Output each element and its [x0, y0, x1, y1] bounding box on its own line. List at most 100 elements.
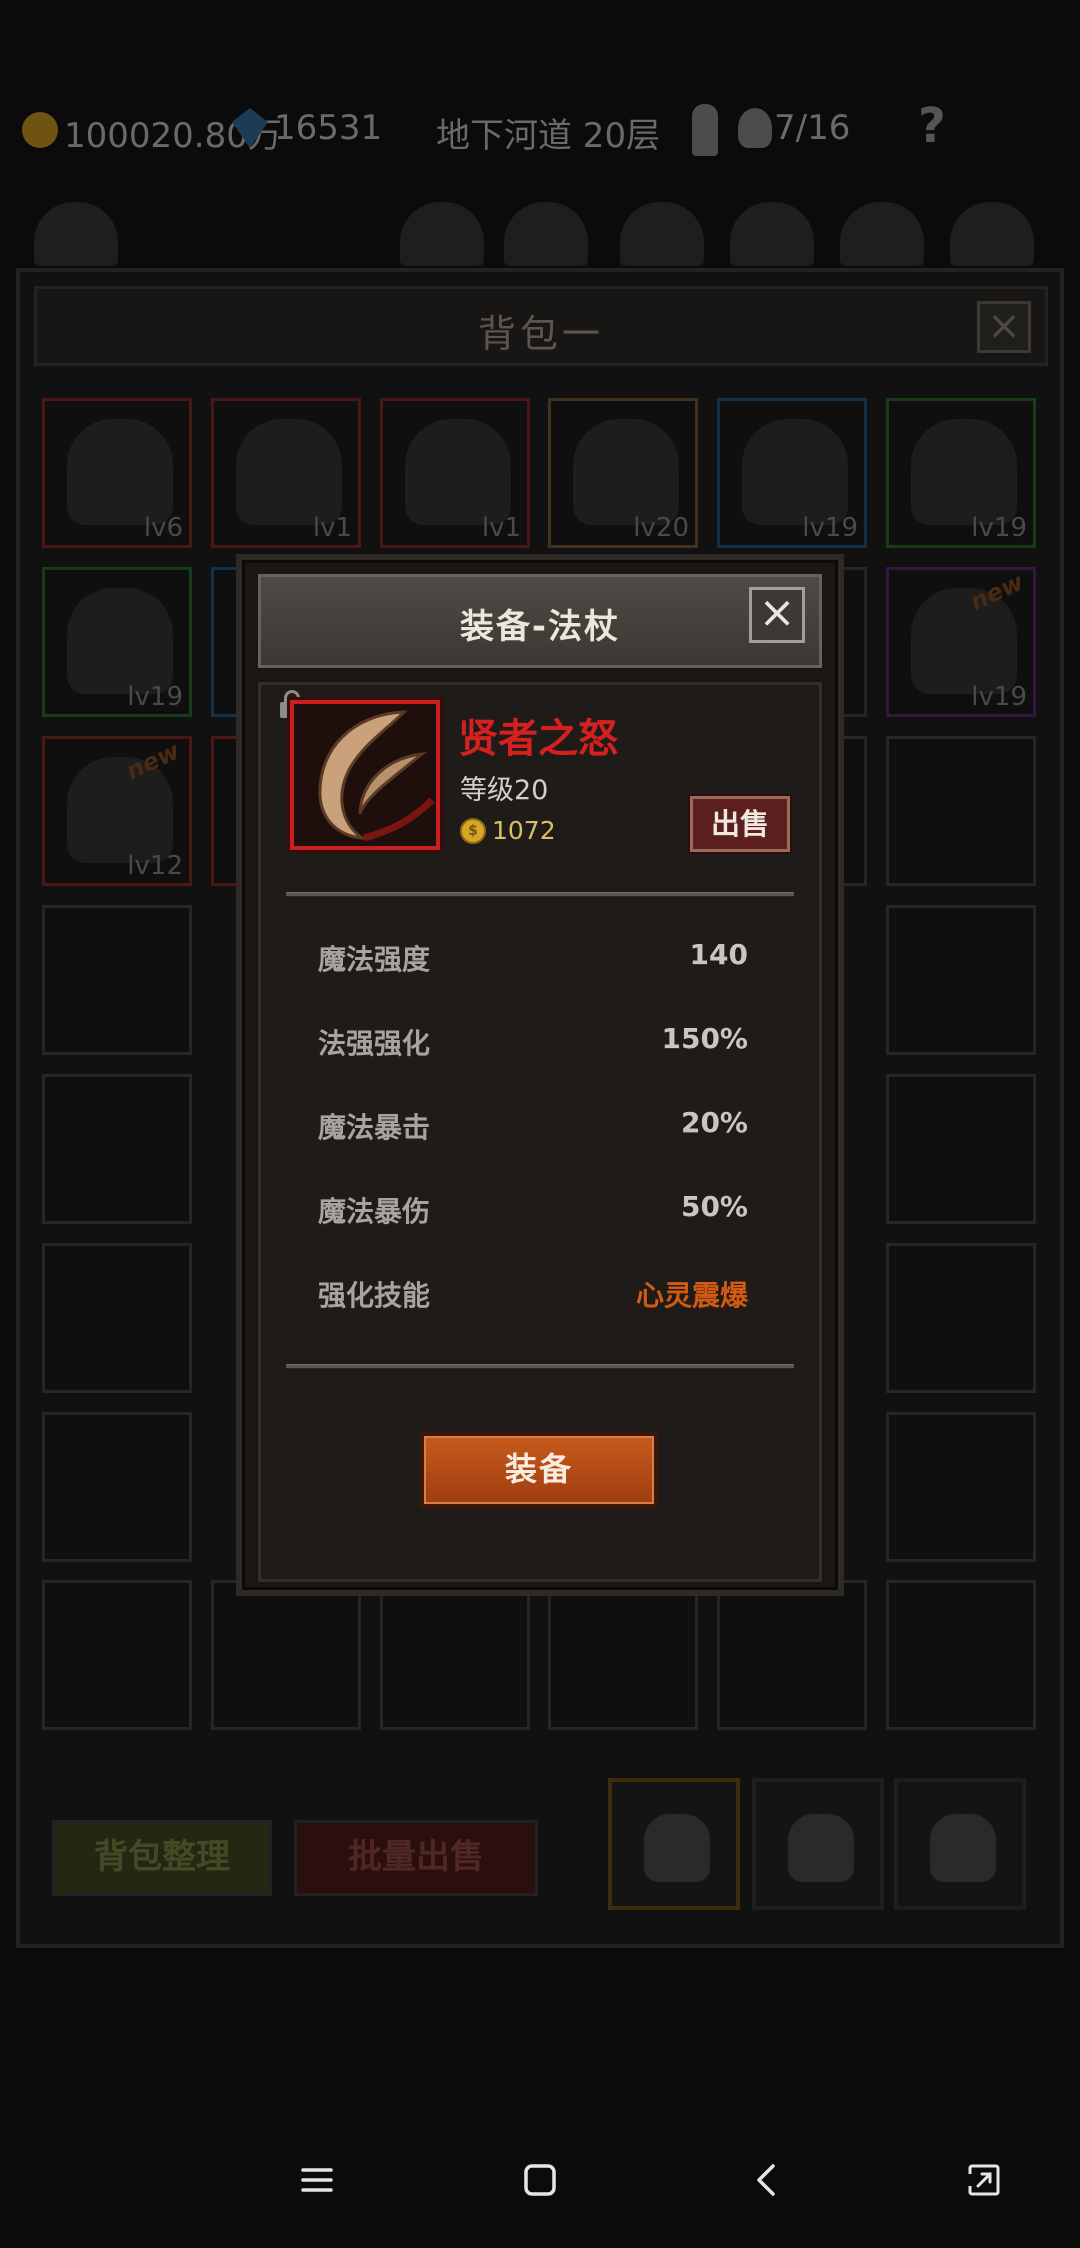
dialog-title: 装备-法杖	[459, 607, 621, 647]
bag-slot[interactable]	[42, 1243, 192, 1393]
helmet-icon	[67, 419, 173, 525]
slot-level: lv1	[312, 513, 352, 543]
bag-slot[interactable]	[380, 1580, 530, 1730]
staff-claw-icon	[318, 710, 435, 842]
stat-row: 魔法强度 140	[318, 938, 748, 978]
backpack-icon	[788, 1814, 854, 1882]
bag-slot[interactable]	[886, 1580, 1036, 1730]
bag-title: 背包一	[477, 312, 604, 356]
slot-level: lv19	[802, 513, 858, 543]
bag-slot[interactable]	[42, 1412, 192, 1562]
sword-icon	[573, 419, 679, 525]
bag-slot[interactable]	[42, 1580, 192, 1730]
menu-icon[interactable]	[297, 2160, 337, 2200]
hero-portrait	[950, 202, 1034, 266]
stat-label: 魔法暴伤	[318, 1195, 431, 1228]
bag-slot[interactable]	[886, 1412, 1036, 1562]
bag-slot[interactable]	[211, 1580, 361, 1730]
item-level: 等级20	[460, 775, 549, 806]
bag-slot[interactable]: new lv12	[42, 736, 192, 886]
bulk-sell-button[interactable]: 批量出售	[294, 1820, 538, 1896]
bag-slot[interactable]	[42, 1074, 192, 1224]
slot-level: lv19	[127, 682, 183, 712]
hero-portrait	[840, 202, 924, 266]
coin-icon	[22, 112, 58, 148]
bag-slot[interactable]: lv19	[886, 398, 1036, 548]
bag-close-button[interactable]: ×	[977, 301, 1031, 353]
sell-button[interactable]: 出售	[690, 796, 790, 852]
gauntlet-icon	[236, 419, 342, 525]
bag-slot[interactable]: lv20	[548, 398, 698, 548]
dialog-header: 装备-法杖 ×	[258, 574, 822, 668]
game-screen: 100020.80万 16531 地下河道 20层 7/16 ? 背包一 × l…	[0, 0, 1080, 2248]
top-resource-bar: 100020.80万 16531 地下河道 20层 7/16 ?	[0, 90, 1080, 170]
gem-amount: 16531	[274, 108, 383, 148]
bag-slot[interactable]: lv6	[42, 398, 192, 548]
hero-portrait	[34, 202, 118, 266]
stat-row: 强化技能 心灵震爆	[318, 1274, 748, 1314]
dialog-close-button[interactable]: ×	[749, 587, 805, 643]
backpack-icon	[644, 1814, 710, 1882]
stat-value: 50%	[680, 1190, 748, 1223]
stat-value: 140	[689, 938, 748, 971]
back-icon[interactable]	[747, 2160, 787, 2200]
bag-slot[interactable]: lv1	[380, 398, 530, 548]
stat-row: 法强强化 150%	[318, 1022, 748, 1062]
slot-level: lv19	[971, 682, 1027, 712]
stat-label: 法强强化	[318, 1027, 431, 1060]
bag-slot[interactable]	[886, 736, 1036, 886]
hero-portrait	[730, 202, 814, 266]
bag-slot[interactable]	[886, 905, 1036, 1055]
bag-slot[interactable]: new lv19	[886, 567, 1036, 717]
hero-portrait	[620, 202, 704, 266]
hero-portrait-row	[0, 190, 1080, 270]
enhanced-skill-value: 心灵震爆	[635, 1279, 748, 1312]
key-icon	[692, 104, 718, 156]
equip-button[interactable]: 装备	[420, 1432, 658, 1508]
stat-value: 150%	[661, 1022, 748, 1055]
bag-slot[interactable]: lv19	[42, 567, 192, 717]
coin-icon: $	[460, 818, 486, 844]
backpack-icon	[930, 1814, 996, 1882]
stat-value: 20%	[680, 1106, 748, 1139]
bag-slot[interactable]	[548, 1580, 698, 1730]
item-price: 1072	[492, 816, 556, 845]
stat-row: 魔法暴伤 50%	[318, 1190, 748, 1230]
hero-portrait	[400, 202, 484, 266]
divider	[286, 892, 794, 897]
bag-title-bar: 背包一 ×	[34, 286, 1048, 366]
sort-bag-button[interactable]: 背包整理	[52, 1820, 272, 1896]
skull-icon	[738, 108, 772, 148]
shield-icon	[405, 419, 511, 525]
bag-slot[interactable]: lv19	[717, 398, 867, 548]
stat-label: 强化技能	[318, 1279, 431, 1312]
kill-progress: 7/16	[774, 108, 851, 148]
item-name: 贤者之怒	[458, 716, 618, 762]
amulet-icon	[911, 419, 1017, 525]
slot-level: lv6	[143, 513, 183, 543]
stat-label: 魔法暴击	[318, 1111, 431, 1144]
hero-portrait	[504, 202, 588, 266]
slot-level: lv12	[127, 851, 183, 881]
bag-slot[interactable]	[717, 1580, 867, 1730]
bag-slot[interactable]: lv1	[211, 398, 361, 548]
stat-row: 魔法暴击 20%	[318, 1106, 748, 1146]
slot-level: lv20	[633, 513, 689, 543]
bag-tab-3[interactable]	[894, 1778, 1026, 1910]
dungeon-location: 地下河道 20层	[436, 116, 661, 156]
help-button[interactable]: ?	[918, 98, 946, 154]
divider	[286, 1364, 794, 1369]
bag-tab-1[interactable]	[608, 1778, 740, 1910]
screenshot-icon[interactable]	[964, 2160, 1004, 2200]
item-icon-frame	[290, 700, 440, 850]
system-navigation-bar	[0, 2110, 1080, 2248]
leather-helmet-icon	[67, 588, 173, 694]
bag-tab-2[interactable]	[752, 1778, 884, 1910]
slot-level: lv1	[481, 513, 521, 543]
bag-slot[interactable]	[886, 1074, 1036, 1224]
home-icon[interactable]	[520, 2160, 560, 2200]
armor-icon	[742, 419, 848, 525]
bag-slot[interactable]	[42, 905, 192, 1055]
bag-slot[interactable]	[886, 1243, 1036, 1393]
stat-label: 魔法强度	[318, 943, 431, 976]
